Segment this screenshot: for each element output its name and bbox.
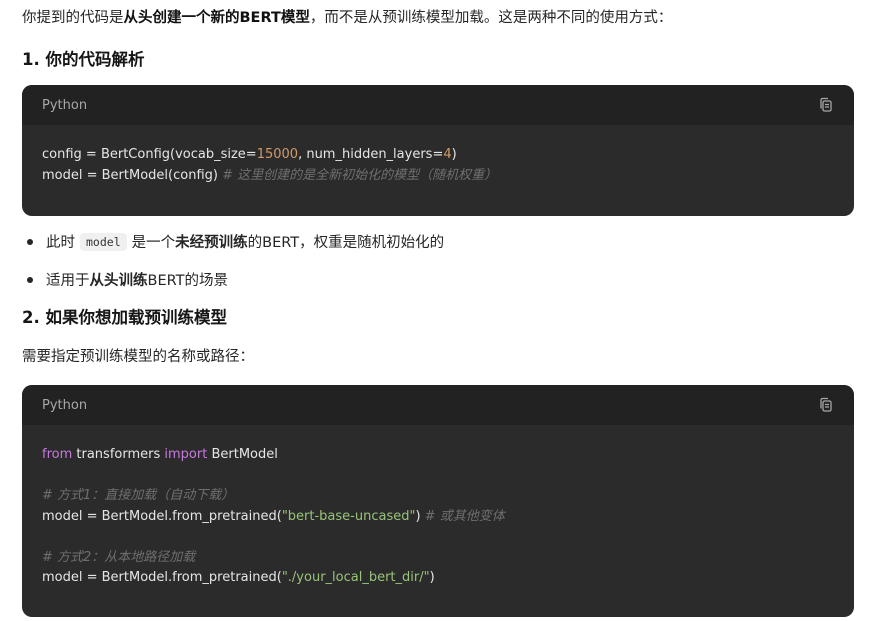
code-line: from transformers import BertModel xyxy=(42,447,278,462)
list-item: 适用于 从头训练 BERT的场景 xyxy=(22,269,228,290)
code-block-1-body: config = BertConfig(vocab_size=15000, nu… xyxy=(22,125,854,186)
code-block-2-header: Python xyxy=(22,385,854,425)
section-1-heading: 1. 你的代码解析 xyxy=(22,50,145,69)
intro-paragraph: 你提到的代码是从头创建一个新的BERT模型，而不是从预训练模型加载。这是两种不同… xyxy=(22,8,672,28)
copy-icon[interactable] xyxy=(818,97,834,113)
code-line: model = BertModel.from_pretrained("bert-… xyxy=(42,508,505,524)
intro-text-1: 你提到的代码是 xyxy=(22,10,124,26)
intro-bold: 从头创建一个新的BERT模型 xyxy=(123,10,310,26)
copy-icon[interactable] xyxy=(818,397,834,413)
code-line: model = BertModel(config) # 这里创建的是全新初始化的… xyxy=(42,167,498,183)
code-language-label: Python xyxy=(42,397,88,413)
intro-text-2: ，而不是从预训练模型加载。这是两种不同的使用方式： xyxy=(309,10,673,26)
code-line: config = BertConfig(vocab_size=15000, nu… xyxy=(42,147,457,162)
code-block-2: Python from transformers import BertMode… xyxy=(22,385,854,617)
bullet-dot xyxy=(27,276,33,283)
bullet-dot xyxy=(27,238,33,245)
code-block-2-body: from transformers import BertModel # 方式1… xyxy=(22,425,854,589)
code-line: # 方式2：从本地路径加载 xyxy=(42,549,196,565)
list-item: 此时 model 是一个 未经预训练 的BERT，权重是随机初始化的 xyxy=(22,231,444,252)
code-line: model = BertModel.from_pretrained("./you… xyxy=(42,570,435,585)
code-line: # 方式1：直接加载（自动下载） xyxy=(42,488,235,503)
inline-code: model xyxy=(80,232,127,251)
code-language-label: Python xyxy=(42,97,88,113)
code-block-1: Python config = BertConfig(vocab_size=15… xyxy=(22,85,854,216)
section-2-description: 需要指定预训练模型的名称或路径： xyxy=(22,349,254,365)
code-block-1-header: Python xyxy=(22,85,854,125)
section-2-heading: 2. 如果你想加载预训练模型 xyxy=(22,308,227,327)
